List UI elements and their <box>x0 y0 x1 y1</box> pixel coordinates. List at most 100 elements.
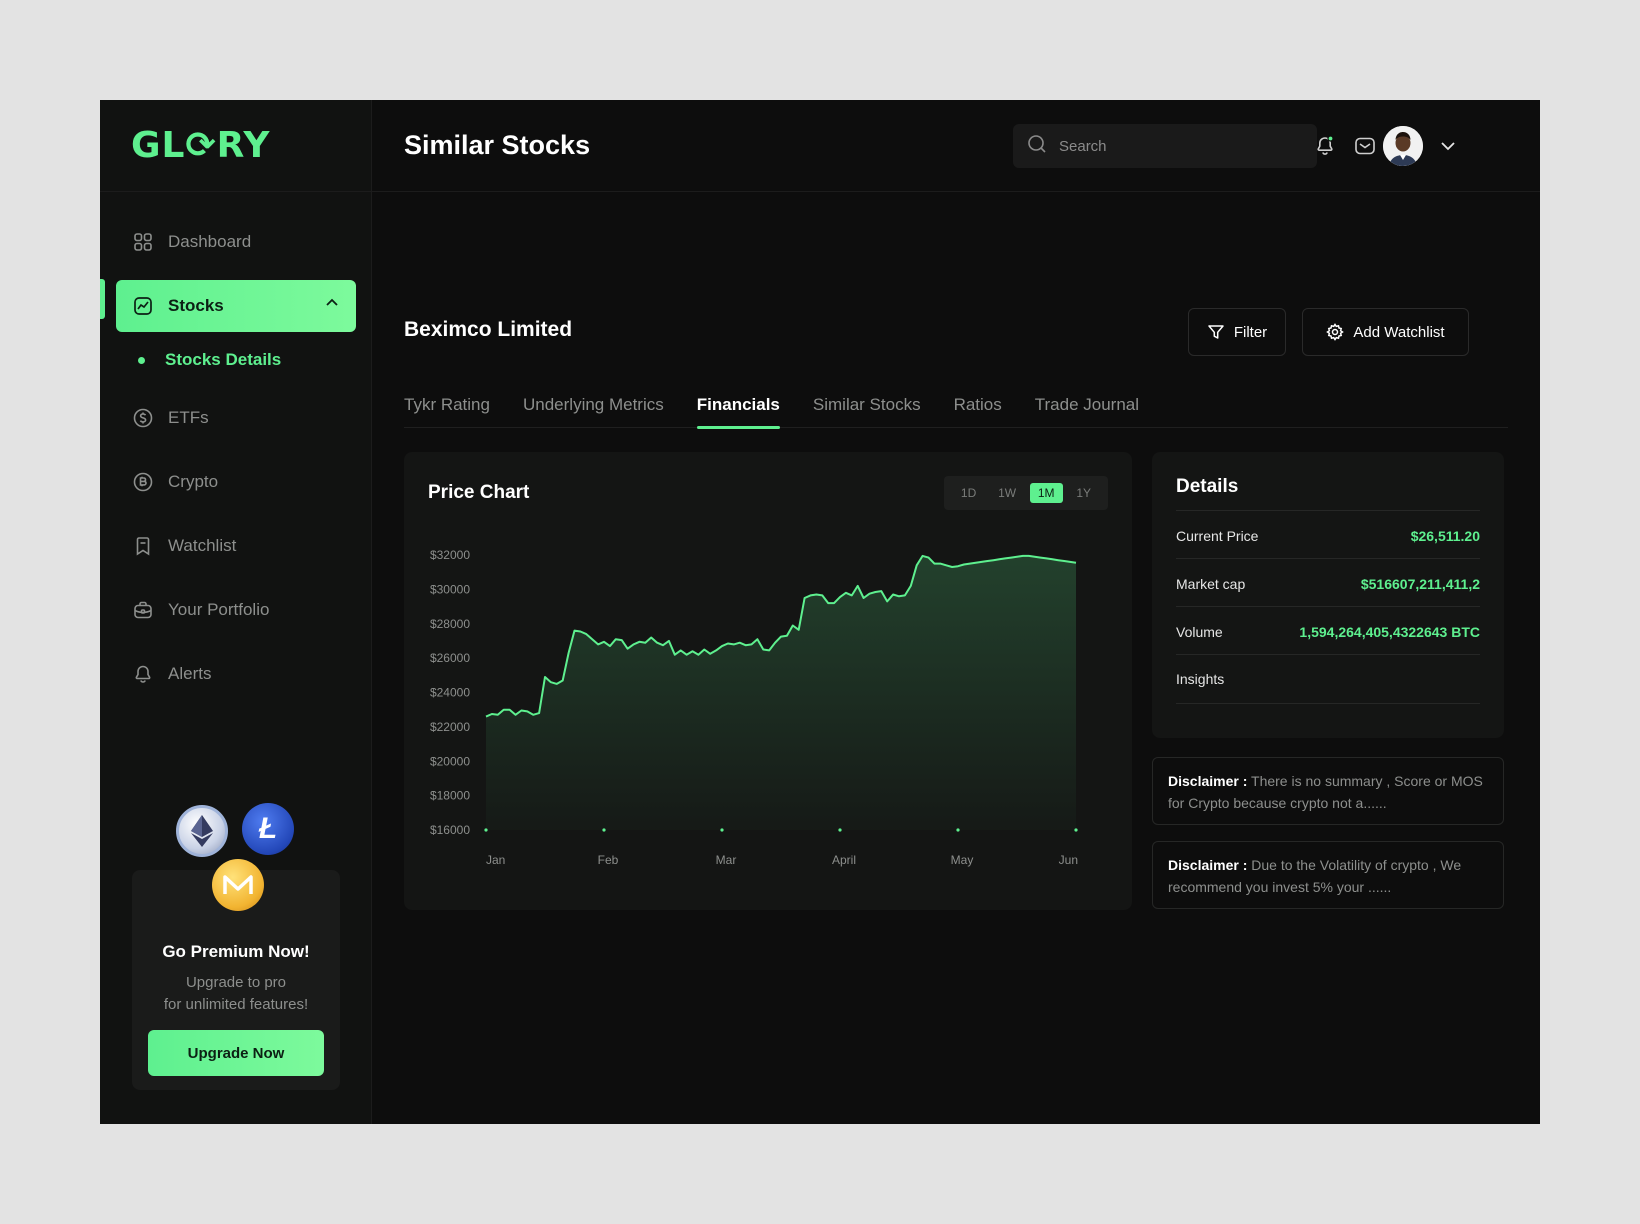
chart-title: Price Chart <box>428 482 530 503</box>
range-1y-button[interactable]: 1Y <box>1068 483 1099 503</box>
sidebar-item-etfs[interactable]: ETFs <box>116 392 356 444</box>
ethereum-coin-icon <box>176 805 228 857</box>
price-area <box>486 555 1076 830</box>
dollar-coin-icon <box>132 407 154 429</box>
detail-row-market-cap: Market cap $516607,211,411,2 <box>1176 558 1480 608</box>
disclaimer-crypto-summary: Disclaimer : There is no summary , Score… <box>1152 757 1504 825</box>
add-watchlist-button[interactable]: Add Watchlist <box>1302 308 1469 356</box>
notification-bell-icon[interactable] <box>1313 134 1337 158</box>
sidebar-item-label: Stocks Details <box>165 350 282 369</box>
chevron-up-icon[interactable] <box>324 295 340 316</box>
avatar[interactable] <box>1383 126 1423 166</box>
tab-underlying-metrics[interactable]: Underlying Metrics <box>523 386 664 428</box>
detail-label: Market cap <box>1176 575 1246 592</box>
logo[interactable]: GL⟳RY <box>100 100 371 192</box>
sidebar-item-label: Your Portfolio <box>168 600 270 619</box>
litecoin-coin-icon: Ł <box>242 803 294 855</box>
x-tick-label: Feb <box>598 853 619 867</box>
main-content: Similar Stocks Search Beximco Limited Fi… <box>372 100 1540 1124</box>
detail-label: Insights <box>1176 671 1225 687</box>
bookmark-icon <box>132 535 154 557</box>
tab-similar-stocks[interactable]: Similar Stocks <box>813 386 921 428</box>
price-chart-card: Price Chart 1D 1W 1M 1Y $32000 $30000 $280… <box>404 452 1132 910</box>
sidebar-nav: Dashboard Stocks Stocks Details ETFs Cry… <box>100 216 372 712</box>
detail-row-current-price: Current Price $26,511.20 <box>1176 510 1480 560</box>
sidebar-item-alerts[interactable]: Alerts <box>116 648 356 700</box>
sidebar-item-label: Dashboard <box>168 232 252 251</box>
search-box[interactable] <box>1013 124 1317 168</box>
y-tick-label: $32000 <box>430 548 470 562</box>
detail-row-volume: Volume 1,594,264,405,4322643 BTC <box>1176 606 1480 656</box>
app-window: GL⟳RY Dashboard Stocks Stocks Details ET… <box>100 100 1540 1124</box>
sidebar-item-label: Crypto <box>168 472 219 491</box>
y-tick-label: $30000 <box>430 582 470 596</box>
top-bar: Similar Stocks <box>372 100 1540 192</box>
premium-line-2: for unlimited features! <box>163 996 309 1013</box>
chevron-down-icon[interactable] <box>1438 136 1462 160</box>
range-1m-button[interactable]: 1M <box>1029 483 1063 503</box>
range-1d-button[interactable]: 1D <box>953 483 984 503</box>
y-tick-label: $16000 <box>430 823 470 837</box>
details-title: Details <box>1176 476 1239 497</box>
sidebar-item-label: Watchlist <box>168 536 237 555</box>
premium-subtitle: Upgrade to pro for unlimited features! <box>132 972 340 1016</box>
y-tick-label: $20000 <box>430 754 470 768</box>
premium-line-1: Upgrade to pro <box>185 974 287 991</box>
disclaimer-volatility: Disclaimer : Due to the Volatility of cr… <box>1152 841 1504 909</box>
x-tick-label: May <box>951 853 974 867</box>
tab-ratios[interactable]: Ratios <box>954 386 1002 428</box>
disclaimer-label: Disclaimer : <box>1168 773 1248 789</box>
sidebar: GL⟳RY Dashboard Stocks Stocks Details ET… <box>100 100 372 1124</box>
filter-button[interactable]: Filter <box>1188 308 1286 356</box>
sidebar-item-your-portfolio[interactable]: Your Portfolio <box>116 584 356 636</box>
x-tick-label: Jun <box>1059 853 1078 867</box>
x-tick-label: Jan <box>486 853 505 867</box>
filter-label: Filter <box>1233 323 1268 341</box>
filter-icon <box>1207 323 1225 341</box>
tab-tykr-rating[interactable]: Tykr Rating <box>404 386 490 428</box>
disclaimer-label: Disclaimer : <box>1168 857 1248 873</box>
tab-trade-journal[interactable]: Trade Journal <box>1035 386 1139 428</box>
stocks-icon <box>132 295 154 317</box>
tab-financials[interactable]: Financials <box>696 386 781 429</box>
gear-icon <box>1326 323 1345 341</box>
add-watchlist-label: Add Watchlist <box>1353 323 1445 341</box>
detail-value: $26,511.20 <box>1410 527 1480 544</box>
monero-coin-icon <box>212 859 264 911</box>
sidebar-item-stocks-details[interactable]: Stocks Details <box>116 340 356 380</box>
x-tick-label: April <box>832 853 856 867</box>
price-chart: $32000 $30000 $28000 $26000 $24000 $22000 $200… <box>430 548 1078 867</box>
y-tick-label: $28000 <box>430 617 470 631</box>
detail-value: 1,594,264,405,4322643 BTC <box>1299 623 1480 640</box>
company-name: Beximco Limited <box>404 318 573 341</box>
detail-label: Volume <box>1176 623 1223 640</box>
crypto-coins-illustration: Ł <box>132 803 340 913</box>
premium-title: Go Premium Now! <box>162 942 310 961</box>
sidebar-item-dashboard[interactable]: Dashboard <box>116 216 356 268</box>
y-tick-label: $24000 <box>430 686 470 700</box>
detail-row-insights[interactable]: Insights <box>1176 654 1480 704</box>
dashboard-icon <box>132 231 154 253</box>
details-card: Details Current Price $26,511.20 Market … <box>1152 452 1504 738</box>
detail-value: $516607,211,411,2 <box>1360 575 1480 592</box>
range-1w-button[interactable]: 1W <box>990 483 1024 503</box>
y-tick-label: $26000 <box>430 651 470 665</box>
bitcoin-icon <box>132 471 154 493</box>
logo-text: GL⟳RY <box>131 125 271 166</box>
upgrade-now-button[interactable]: Upgrade Now <box>148 1030 324 1076</box>
sidebar-item-stocks[interactable]: Stocks <box>116 280 356 332</box>
sidebar-item-label: Alerts <box>168 664 212 683</box>
sidebar-item-label: ETFs <box>168 408 209 427</box>
sidebar-item-label: Stocks <box>168 296 224 315</box>
search-input[interactable] <box>1059 137 1299 155</box>
y-tick-label: $22000 <box>430 720 470 734</box>
mail-icon[interactable] <box>1353 134 1377 158</box>
tab-bar: Tykr Rating Underlying Metrics Financial… <box>404 386 1508 429</box>
sidebar-item-crypto[interactable]: Crypto <box>116 456 356 508</box>
search-icon <box>1027 134 1047 159</box>
sidebar-item-watchlist[interactable]: Watchlist <box>116 520 356 572</box>
dot-icon <box>138 356 145 364</box>
y-tick-label: $18000 <box>430 789 470 803</box>
bell-icon <box>132 663 154 685</box>
x-tick-label: Mar <box>716 853 737 867</box>
